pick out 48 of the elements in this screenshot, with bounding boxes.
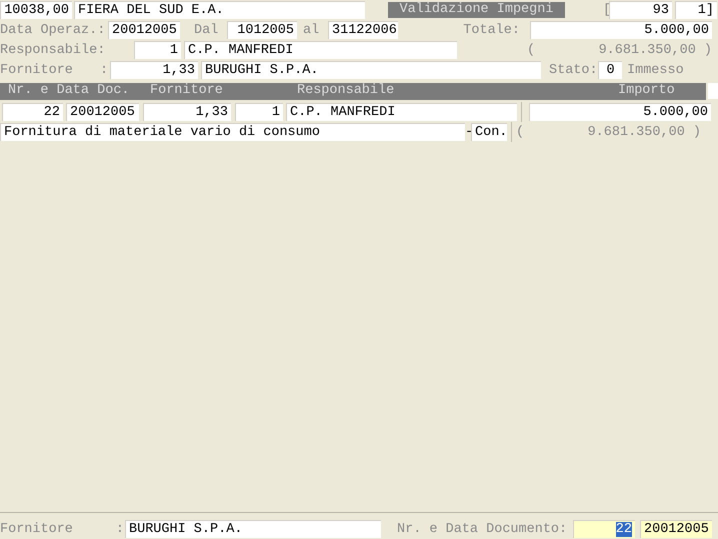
- entity-field[interactable]: FIERA DEL SUD E.A.: [74, 1, 365, 19]
- amount-text: 9.681.350,00 ): [586, 124, 701, 140]
- amount-field[interactable]: 5.000,00: [529, 103, 711, 121]
- number-field[interactable]: 22: [2, 103, 63, 121]
- column-header: Nr. e Data Doc.: [8, 83, 131, 99]
- field-label: Dal: [193, 22, 220, 38]
- paren-text: (: [516, 124, 526, 140]
- bracket-text: [: [603, 2, 609, 18]
- code-field[interactable]: 1,33: [143, 103, 231, 121]
- field-label: :: [114, 522, 125, 536]
- date-field[interactable]: 20012005: [640, 520, 712, 538]
- code-field[interactable]: 1,33: [110, 61, 198, 79]
- field-label: Nr. e Data Documento:: [397, 522, 568, 536]
- name-field[interactable]: BURUGHI S.P.A.: [201, 61, 541, 79]
- description-field[interactable]: Fornitura di materiale vario di consumo: [0, 123, 465, 141]
- paren-text: (: [527, 42, 536, 58]
- column-header: Responsabile: [297, 83, 396, 99]
- field-label: Totale:: [462, 22, 521, 38]
- total-field[interactable]: 5.000,00: [530, 21, 712, 39]
- date-field[interactable]: 20012005: [108, 21, 180, 39]
- field-label: Stato:: [549, 62, 598, 78]
- field-label: Responsabile:: [0, 42, 106, 58]
- column-header: Fornitore: [150, 83, 224, 99]
- column-header: Importo: [618, 83, 675, 99]
- number-field[interactable]: 93: [609, 1, 672, 19]
- type-field[interactable]: Con.: [471, 123, 507, 141]
- field-label: :: [100, 62, 110, 78]
- date-field[interactable]: 31122006: [328, 21, 398, 39]
- field-label: Data Operaz.:: [0, 22, 106, 38]
- supplier-field[interactable]: BURUGHI S.P.A.: [125, 520, 381, 538]
- field-label: al: [302, 22, 320, 38]
- name-field[interactable]: C.P. MANFREDI: [286, 103, 517, 121]
- blank-field[interactable]: [708, 83, 718, 99]
- field-label: Fornitore: [0, 522, 74, 536]
- screen-title: Validazione Impegni: [388, 2, 565, 18]
- code-field[interactable]: 1: [134, 41, 181, 59]
- status-field[interactable]: 0: [598, 61, 622, 79]
- name-field[interactable]: C.P. MANFREDI: [184, 41, 457, 59]
- amount-text: 9.681.350,00 ): [598, 42, 712, 58]
- number-field[interactable]: 22: [573, 520, 635, 538]
- code-field[interactable]: 1: [235, 103, 283, 121]
- field-label: Fornitore: [0, 62, 74, 78]
- date-field[interactable]: 20012005: [66, 103, 139, 121]
- status-text: Immesso: [627, 62, 684, 78]
- date-field[interactable]: 1012005: [227, 21, 297, 39]
- dash-text: -: [465, 124, 471, 140]
- page-field[interactable]: 1]: [675, 1, 717, 19]
- amount-field[interactable]: 10038,00: [0, 1, 72, 19]
